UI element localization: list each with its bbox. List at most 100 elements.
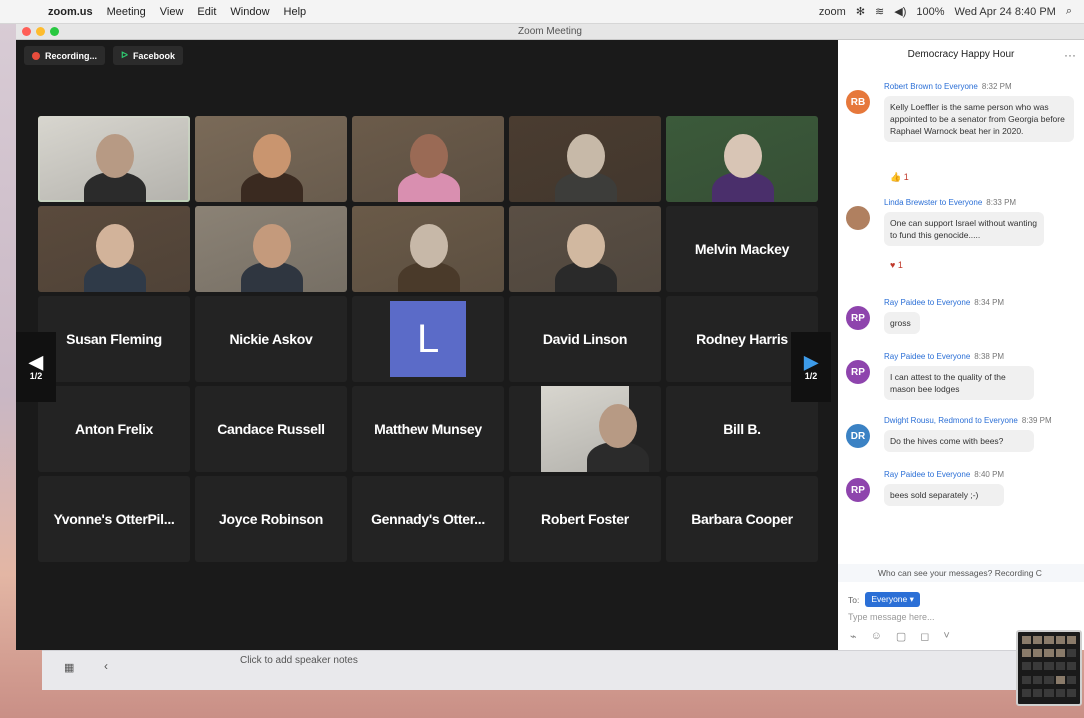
participant-name: Nickie Askov: [229, 331, 313, 347]
participant-face: [253, 134, 291, 178]
sender-avatar: RP: [846, 360, 870, 384]
grid-view-icon[interactable]: ▦: [64, 661, 74, 674]
meeting-thumbnail-preview[interactable]: [1016, 630, 1082, 706]
participant-tile[interactable]: Robert Foster: [509, 476, 661, 562]
sender-name[interactable]: Robert Brown to Everyone: [884, 82, 978, 91]
zoom-window-button[interactable]: [50, 27, 59, 36]
chat-panel: Democracy Happy Hour ··· RB Robert Brown …: [838, 40, 1084, 650]
participant-tile[interactable]: David Linson: [509, 296, 661, 382]
livestream-badge[interactable]: ᐅ Facebook: [113, 46, 183, 65]
menu-help[interactable]: Help: [284, 6, 307, 18]
next-page-button[interactable]: ▶ 1/2: [791, 332, 831, 402]
participant-tile[interactable]: [509, 116, 661, 202]
participant-tile[interactable]: Matthew Munsey: [352, 386, 504, 472]
close-window-button[interactable]: [22, 27, 31, 36]
chat-visibility-note[interactable]: Who can see your messages? Recording C: [838, 564, 1084, 582]
participant-tile[interactable]: [509, 206, 661, 292]
participant-name: Susan Fleming: [66, 331, 162, 347]
more-icon[interactable]: ˅: [943, 630, 949, 643]
participant-tile[interactable]: [352, 116, 504, 202]
participant-tile[interactable]: [195, 116, 347, 202]
participant-tile[interactable]: [38, 116, 190, 202]
menu-window[interactable]: Window: [230, 6, 269, 18]
participant-tile[interactable]: Barbara Cooper: [666, 476, 818, 562]
chevron-left-icon: ◀: [29, 352, 43, 372]
recording-badge[interactable]: Recording...: [24, 46, 106, 65]
menu-view[interactable]: View: [160, 6, 184, 18]
recipient-dropdown[interactable]: Everyone ▾: [865, 592, 920, 607]
emoji-icon[interactable]: ☺: [871, 630, 882, 643]
participant-tile[interactable]: Gennady's Otter...: [352, 476, 504, 562]
battery-label[interactable]: 100%: [916, 6, 944, 18]
participant-avatar: L: [390, 301, 466, 377]
participant-name: Robert Foster: [541, 511, 629, 527]
recording-label: Recording...: [45, 50, 98, 61]
message-time: 8:40 PM: [974, 470, 1005, 479]
window-title: Zoom Meeting: [518, 26, 582, 37]
chat-title: Democracy Happy Hour: [907, 49, 1015, 60]
wifi-icon[interactable]: ≋: [875, 5, 884, 18]
recipient-row: To: Everyone ▾: [848, 592, 920, 607]
chat-toolbar: ⌁ ☺ ▢ ◻ ˅: [850, 630, 950, 643]
participant-face: [599, 404, 637, 448]
participant-tile[interactable]: Anton Frelix: [38, 386, 190, 472]
message-bubble: I can attest to the quality of the mason…: [884, 366, 1034, 400]
message-bubble: gross: [884, 312, 920, 334]
participant-tile[interactable]: [195, 206, 347, 292]
menu-meeting[interactable]: Meeting: [107, 6, 146, 18]
participant-tile[interactable]: Susan Fleming: [38, 296, 190, 382]
sender-avatar: RP: [846, 478, 870, 502]
reaction-badge[interactable]: ♥ 1: [890, 260, 903, 270]
minimize-window-button[interactable]: [36, 27, 45, 36]
participant-tile[interactable]: Candace Russell: [195, 386, 347, 472]
menu-edit[interactable]: Edit: [197, 6, 216, 18]
menu-app-name[interactable]: zoom.us: [48, 6, 93, 18]
reaction-badge[interactable]: 👍 1: [890, 172, 909, 183]
sender-name[interactable]: Ray Paidee to Everyone: [884, 352, 970, 361]
prev-page-button[interactable]: ◀ 1/2: [16, 332, 56, 402]
participant-tile[interactable]: Melvin Mackey: [666, 206, 818, 292]
window-titlebar: Zoom Meeting: [16, 24, 1084, 40]
sender-avatar: RB: [846, 90, 870, 114]
sender-name[interactable]: Ray Paidee to Everyone: [884, 298, 970, 307]
participant-tile[interactable]: [38, 206, 190, 292]
message-time: 8:33 PM: [986, 198, 1017, 207]
screenshot-icon[interactable]: ◻: [920, 630, 929, 643]
message-input[interactable]: Type message here...: [848, 612, 935, 622]
chat-header: Democracy Happy Hour ···: [838, 40, 1084, 70]
participant-tile[interactable]: Yvonne's OtterPil...: [38, 476, 190, 562]
message-bubble: Kelly Loeffler is the same person who wa…: [884, 96, 1074, 142]
participant-video: [195, 206, 347, 292]
message-meta: Ray Paidee to Everyone 8:38 PM: [884, 352, 1004, 361]
message-time: 8:39 PM: [1021, 416, 1052, 425]
participant-name: David Linson: [542, 331, 628, 347]
message-meta: Ray Paidee to Everyone 8:34 PM: [884, 298, 1004, 307]
format-icon[interactable]: ⌁: [850, 630, 857, 643]
more-options-icon[interactable]: ···: [1064, 40, 1076, 70]
participant-tile[interactable]: L: [352, 296, 504, 382]
keynote-notes-bar: ▦ ‹ Click to add speaker notes: [42, 650, 1042, 690]
participant-face: [567, 134, 605, 178]
participant-video: [541, 386, 649, 472]
spotlight-search-icon[interactable]: ⌕: [1066, 5, 1072, 18]
message-time: 8:34 PM: [974, 298, 1005, 307]
collapse-icon[interactable]: ‹: [104, 659, 108, 673]
message-meta: Linda Brewster to Everyone 8:33 PM: [884, 198, 1016, 207]
clock[interactable]: Wed Apr 24 8:40 PM: [955, 6, 1056, 18]
sender-name[interactable]: Ray Paidee to Everyone: [884, 470, 970, 479]
file-icon[interactable]: ▢: [896, 630, 906, 643]
zoom-tray-label[interactable]: zoom: [819, 6, 846, 18]
participant-tile[interactable]: [509, 386, 661, 472]
volume-icon[interactable]: ◀): [894, 5, 906, 18]
speaker-notes-field[interactable]: Click to add speaker notes: [240, 655, 358, 666]
sender-name[interactable]: Linda Brewster to Everyone: [884, 198, 982, 207]
message-meta: Dwight Rousu, Redmond to Everyone 8:39 PM: [884, 416, 1052, 425]
participant-video: [352, 206, 504, 292]
participant-tile[interactable]: [666, 116, 818, 202]
participant-tile[interactable]: Nickie Askov: [195, 296, 347, 382]
sender-name[interactable]: Dwight Rousu, Redmond to Everyone: [884, 416, 1018, 425]
participant-tile[interactable]: [352, 206, 504, 292]
bluetooth-icon[interactable]: ✻: [856, 5, 865, 18]
message-meta: Ray Paidee to Everyone 8:40 PM: [884, 470, 1004, 479]
participant-tile[interactable]: Joyce Robinson: [195, 476, 347, 562]
